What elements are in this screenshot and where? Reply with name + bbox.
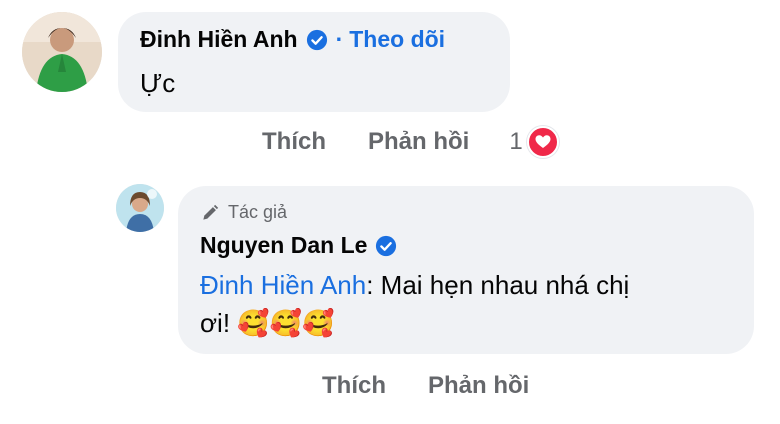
like-button[interactable]: Thích	[322, 372, 386, 400]
reply-author-name[interactable]: Nguyen Dan Le	[200, 232, 367, 259]
smiling-face-with-hearts-emoji: 🥰	[237, 308, 270, 338]
like-button[interactable]: Thích	[262, 128, 326, 156]
comment-author-name[interactable]: Đinh Hiền Anh	[140, 26, 298, 53]
comment-bubble: Đinh Hiền Anh · Theo dõi Ực	[118, 12, 510, 112]
reply-button[interactable]: Phản hồi	[428, 372, 529, 400]
smiling-face-with-hearts-emoji: 🥰	[269, 308, 303, 338]
comment-actions: Thích Phản hồi 1	[262, 126, 559, 158]
mention-link[interactable]: Đinh Hiền Anh	[200, 270, 366, 300]
reply-message: : Mai hẹn nhau nhá chị	[366, 270, 630, 300]
smiling-face-with-hearts-emoji: 🥰	[302, 308, 335, 338]
reaction-count: 1	[509, 128, 523, 155]
follow-button[interactable]: Theo dõi	[349, 26, 445, 53]
reply-text: Đinh Hiền Anh: Mai hẹn nhau nhá chị ơi! …	[200, 268, 730, 340]
reply-text-line-1: Đinh Hiền Anh: Mai hẹn nhau nhá chị	[200, 268, 730, 302]
replier-avatar[interactable]	[116, 184, 164, 232]
reply-text-line-2: ơi! 🥰🥰🥰	[200, 306, 730, 340]
author-badge-label: Tác giả	[228, 202, 288, 222]
heart-icon	[526, 126, 559, 158]
commenter-avatar[interactable]	[22, 12, 102, 92]
reply-message-end: ơi!	[200, 308, 231, 338]
comment-text: Ực	[140, 68, 176, 98]
reply-actions: Thích Phản hồi	[322, 372, 529, 400]
reply-bubble: Tác giả Nguyen Dan Le Đinh Hiền Anh: Mai…	[178, 186, 754, 354]
verified-badge-icon	[306, 29, 327, 50]
pencil-icon	[203, 204, 219, 220]
reaction-summary[interactable]: 1	[509, 126, 559, 158]
follow-separator: ·	[335, 26, 344, 52]
verified-badge-icon	[376, 235, 397, 256]
author-tag: Tác giả	[200, 202, 287, 223]
reply-button[interactable]: Phản hồi	[368, 128, 469, 156]
